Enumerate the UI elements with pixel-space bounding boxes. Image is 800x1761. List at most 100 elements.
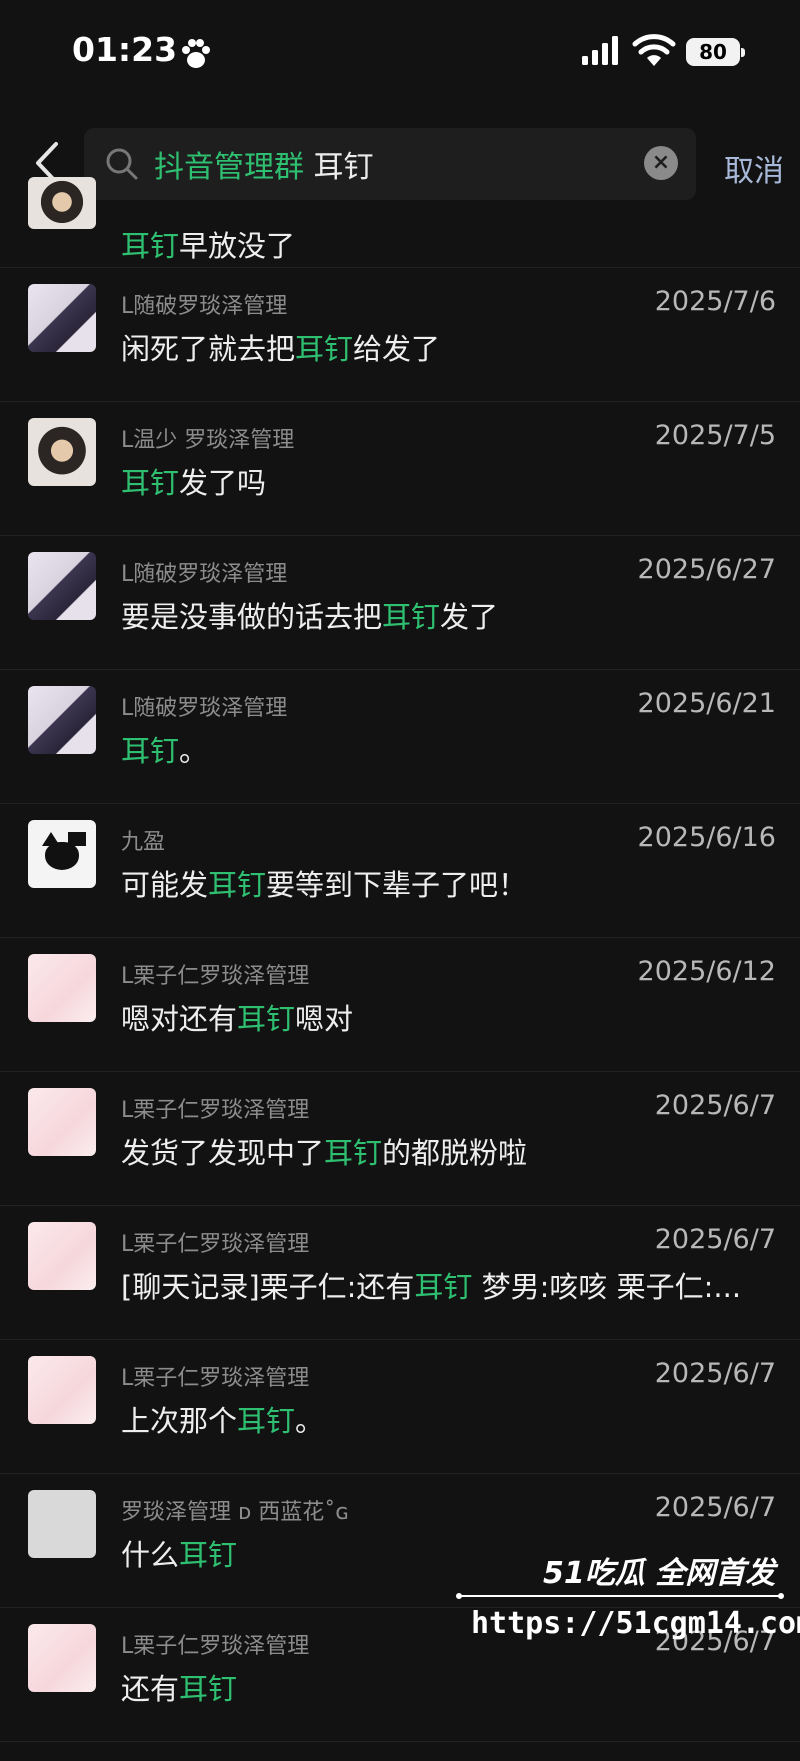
search-bar: 抖音管理群 耳钉 × 取消 xyxy=(0,128,800,200)
message-date: 2025/7/5 xyxy=(654,420,776,451)
keyword-highlight: 耳钉 xyxy=(121,229,180,263)
message-fragment: 要是没事做的话去把 xyxy=(121,600,383,634)
search-keyword: 耳钉 xyxy=(304,150,374,185)
result-row[interactable]: L随破罗琰泽管理 2025/6/27 要是没事做的话去把耳钉发了 xyxy=(0,536,800,670)
keyword-highlight: 耳钉 xyxy=(179,1538,238,1572)
result-row[interactable]: 耳钉早放没了 xyxy=(0,177,800,268)
message-fragment: 发了吗 xyxy=(179,466,267,500)
search-query: 抖音管理群 耳钉 xyxy=(154,142,374,186)
avatar xyxy=(28,1222,96,1290)
message-text: 什么耳钉 xyxy=(121,1532,237,1574)
watermark: 51吃瓜 全网首发 https://51cgm14.com xyxy=(455,1548,800,1653)
result-row[interactable]: L栗子仁罗琰泽管理 2025/6/7 [聊天记录]栗子仁:还有耳钉 梦男:咳咳 栗子… xyxy=(0,1206,800,1340)
result-row[interactable]: L温少 罗琰泽管理 2025/7/5 耳钉发了吗 xyxy=(0,402,800,536)
keyword-highlight: 耳钉 xyxy=(208,868,267,902)
wifi-icon xyxy=(632,34,676,66)
keyword-highlight: 耳钉 xyxy=(121,734,180,768)
sender-name: 罗琰泽管理 ᴅ 西蓝花˚ɢ xyxy=(121,1500,350,1525)
message-date: 2025/7/6 xyxy=(654,286,776,317)
sender-name: L随破罗琰泽管理 xyxy=(121,696,288,721)
keyword-highlight: 耳钉 xyxy=(237,1002,296,1036)
watermark-logo: 51吃瓜 全网首发 xyxy=(543,1556,776,1591)
message-fragment: 什么 xyxy=(121,1538,180,1572)
search-scope-tag: 抖音管理群 xyxy=(154,150,304,185)
message-fragment: 上次那个 xyxy=(121,1404,238,1438)
avatar xyxy=(28,954,96,1022)
message-date: 2025/6/27 xyxy=(637,554,776,585)
results-list: 耳钉早放没了 L随破罗琰泽管理 2025/7/6 闲死了就去把耳钉给发了 L温少 罗琰泽… xyxy=(0,177,800,1742)
search-icon xyxy=(106,148,138,180)
avatar xyxy=(28,418,96,486)
avatar xyxy=(28,177,96,229)
message-text: 耳钉早放没了 xyxy=(121,223,295,265)
result-row[interactable]: L栗子仁罗琰泽管理 2025/6/7 发货了发现中了耳钉的都脱粉啦 xyxy=(0,1072,800,1206)
result-row[interactable]: 九盈 2025/6/16 可能发耳钉要等到下辈子了吧！ xyxy=(0,804,800,938)
paw-icon xyxy=(182,39,210,68)
result-row[interactable]: L随破罗琰泽管理 2025/6/21 耳钉。 xyxy=(0,670,800,804)
avatar xyxy=(28,1356,96,1424)
battery-icon: 80 xyxy=(686,38,745,66)
sender-name: L栗子仁罗琰泽管理 xyxy=(121,964,310,989)
keyword-highlight: 耳钉 xyxy=(179,1672,238,1706)
clock: 01:23 xyxy=(72,30,178,69)
message-fragment: 发货了发现中了 xyxy=(121,1136,325,1170)
sender-name: 九盈 xyxy=(121,830,166,855)
sender-name: L栗子仁罗琰泽管理 xyxy=(121,1098,310,1123)
sender-name: L栗子仁罗琰泽管理 xyxy=(121,1232,310,1257)
avatar xyxy=(28,1490,96,1558)
keyword-highlight: 耳钉 xyxy=(237,1404,296,1438)
sender-name: L随破罗琰泽管理 xyxy=(121,562,288,587)
avatar xyxy=(28,552,96,620)
message-fragment: 。 xyxy=(295,1404,325,1438)
clear-icon[interactable]: × xyxy=(644,146,678,180)
message-fragment: 还有 xyxy=(121,1672,180,1706)
message-date: 2025/6/21 xyxy=(637,688,776,719)
message-fragment: [聊天记录]栗子仁:还有 xyxy=(121,1270,415,1304)
message-text: 可能发耳钉要等到下辈子了吧！ xyxy=(121,862,527,904)
message-date: 2025/6/7 xyxy=(654,1090,776,1121)
keyword-highlight: 耳钉 xyxy=(414,1270,473,1304)
message-fragment: 要等到下辈子了吧！ xyxy=(266,868,528,902)
message-text: 发货了发现中了耳钉的都脱粉啦 xyxy=(121,1130,527,1172)
watermark-circuit-line xyxy=(456,1593,784,1599)
keyword-highlight: 耳钉 xyxy=(295,332,354,366)
message-fragment: 梦男:咳咳 栗子仁:... xyxy=(472,1270,742,1304)
message-fragment: 给发了 xyxy=(353,332,441,366)
avatar xyxy=(28,686,96,754)
sender-name: L栗子仁罗琰泽管理 xyxy=(121,1366,310,1391)
keyword-highlight: 耳钉 xyxy=(121,466,180,500)
message-fragment: 嗯对还有 xyxy=(121,1002,238,1036)
search-input[interactable]: 抖音管理群 耳钉 × xyxy=(84,128,696,200)
result-row[interactable]: L栗子仁罗琰泽管理 2025/6/7 上次那个耳钉。 xyxy=(0,1340,800,1474)
sender-name: L随破罗琰泽管理 xyxy=(121,294,288,319)
keyword-highlight: 耳钉 xyxy=(382,600,441,634)
sender-name: L温少 罗琰泽管理 xyxy=(121,428,295,453)
message-fragment: 早放没了 xyxy=(179,229,296,263)
message-date: 2025/6/16 xyxy=(637,822,776,853)
message-fragment: 的都脱粉啦 xyxy=(382,1136,528,1170)
avatar xyxy=(28,1624,96,1692)
signal-icon xyxy=(582,36,618,65)
message-text: 上次那个耳钉。 xyxy=(121,1398,324,1440)
result-row[interactable]: L随破罗琰泽管理 2025/7/6 闲死了就去把耳钉给发了 xyxy=(0,268,800,402)
message-fragment: 发了 xyxy=(440,600,499,634)
cancel-button[interactable]: 取消 xyxy=(724,146,784,190)
message-fragment: 。 xyxy=(179,734,209,768)
avatar xyxy=(28,1088,96,1156)
watermark-url: https://51cgm14.com xyxy=(471,1606,800,1641)
result-row[interactable]: L栗子仁罗琰泽管理 2025/6/12 嗯对还有耳钉嗯对 xyxy=(0,938,800,1072)
message-text: 嗯对还有耳钉嗯对 xyxy=(121,996,353,1038)
keyword-highlight: 耳钉 xyxy=(324,1136,383,1170)
message-text: 耳钉。 xyxy=(121,728,208,770)
avatar xyxy=(28,820,96,888)
message-fragment: 闲死了就去把 xyxy=(121,332,296,366)
message-fragment: 嗯对 xyxy=(295,1002,354,1036)
message-text: [聊天记录]栗子仁:还有耳钉 梦男:咳咳 栗子仁:... xyxy=(121,1264,741,1306)
message-text: 还有耳钉 xyxy=(121,1666,237,1708)
message-fragment: 可能发 xyxy=(121,868,209,902)
message-date: 2025/6/12 xyxy=(637,956,776,987)
status-bar: 01:23 80 xyxy=(0,0,800,110)
message-text: 闲死了就去把耳钉给发了 xyxy=(121,326,440,368)
message-text: 要是没事做的话去把耳钉发了 xyxy=(121,594,498,636)
sender-name: L栗子仁罗琰泽管理 xyxy=(121,1634,310,1659)
